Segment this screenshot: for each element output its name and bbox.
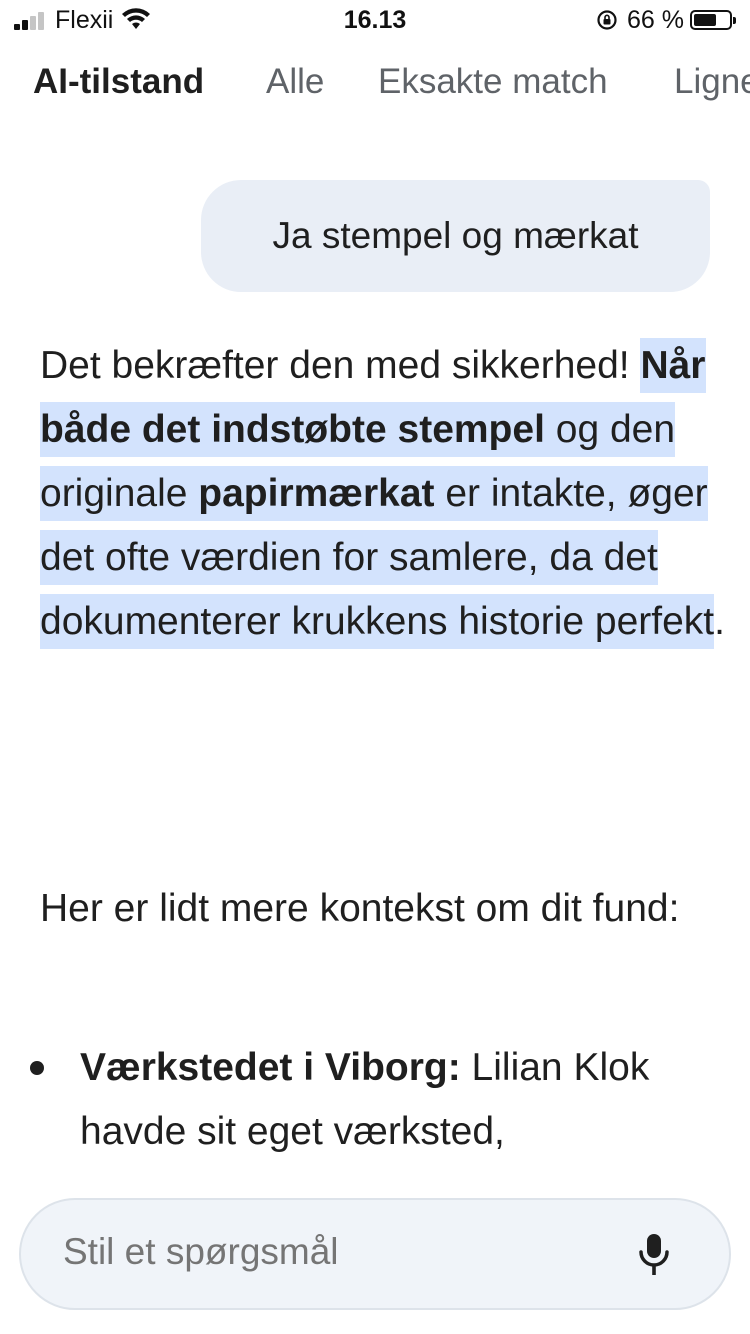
battery-icon xyxy=(690,10,736,30)
bullet-title: Værkstedet i Viborg: xyxy=(80,1046,461,1089)
tab-all[interactable]: Alle xyxy=(266,62,324,102)
tab-exact-match[interactable]: Eksakte match xyxy=(378,62,608,102)
tab-ai-mode[interactable]: AI-tilstand xyxy=(33,62,204,102)
answer-period: . xyxy=(714,600,725,643)
search-mode-tabs: AI-tilstand Alle Eksakte match Ligne xyxy=(0,62,750,118)
ai-answer-context: Her er lidt mere kontekst om dit fund: xyxy=(40,887,680,930)
user-message-text: Ja stempel og mærkat xyxy=(272,215,639,256)
ask-input-bar[interactable] xyxy=(19,1198,731,1310)
bullet-icon xyxy=(30,1061,44,1075)
answer-text: Det bekræfter den med sikkerhed! xyxy=(40,344,641,387)
orientation-lock-icon xyxy=(597,10,617,30)
mic-icon[interactable] xyxy=(635,1232,673,1278)
user-message-bubble: Ja stempel og mærkat xyxy=(201,180,710,292)
battery-percent: 66 % xyxy=(627,6,684,34)
list-item: Værkstedet i Viborg: Lilian Klok havde s… xyxy=(80,1036,730,1164)
status-bar: Flexii 16.13 66 % xyxy=(0,0,750,40)
ai-answer-paragraph: Det bekræfter den med sikkerhed! Når båd… xyxy=(40,334,730,654)
tab-similar[interactable]: Ligne xyxy=(674,62,750,102)
bold-term-papirmaerkat: papirmærkat xyxy=(198,472,435,515)
ask-input[interactable] xyxy=(61,1230,605,1274)
bold-term-stempel: stempel xyxy=(397,408,545,451)
